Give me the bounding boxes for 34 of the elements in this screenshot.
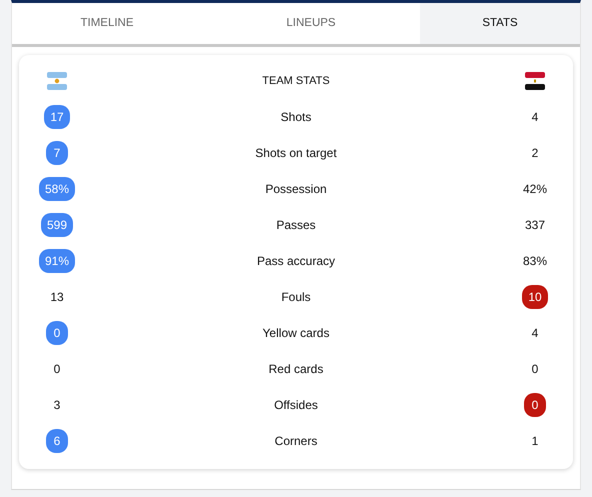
stat-badge: 91%: [38, 249, 76, 273]
stat-label: Offsides: [273, 397, 319, 414]
stat-label: Shots: [280, 109, 312, 126]
stat-value: 3: [54, 397, 60, 414]
stat-badge: 0: [524, 393, 546, 417]
stat-badge: 58%: [38, 177, 76, 201]
stat-badge: 17: [44, 105, 70, 129]
team-stats-title: TEAM STATS: [261, 74, 331, 89]
stat-label: Possession: [264, 181, 328, 198]
stat-badge: 7: [46, 141, 68, 165]
stat-value: 337: [524, 217, 546, 234]
stat-value: 2: [532, 145, 538, 162]
stat-badge: 6: [46, 429, 68, 453]
stat-label: Red cards: [268, 361, 324, 378]
stat-value: 42%: [522, 181, 548, 198]
stat-value: 13: [50, 289, 64, 306]
stat-value: 0: [532, 361, 538, 378]
stat-label: Fouls: [280, 289, 312, 306]
stat-value: 1: [532, 433, 538, 450]
flag-icon: [47, 72, 67, 90]
stat-label: Pass accuracy: [256, 253, 336, 270]
stat-label: Corners: [274, 433, 318, 450]
stat-badge: 599: [40, 213, 74, 237]
stat-badge: 10: [522, 285, 548, 309]
tab[interactable]: STATS: [420, 3, 580, 44]
stat-value: 0: [54, 361, 60, 378]
stat-value: 4: [532, 325, 538, 342]
flag-icon: [525, 72, 545, 90]
stat-badge: 0: [46, 321, 68, 345]
stat-value: 83%: [522, 253, 548, 270]
stat-label: Shots on target: [254, 145, 338, 162]
stat-label: Passes: [275, 217, 317, 234]
stat-value: 4: [532, 109, 538, 126]
stat-label: Yellow cards: [262, 325, 330, 342]
